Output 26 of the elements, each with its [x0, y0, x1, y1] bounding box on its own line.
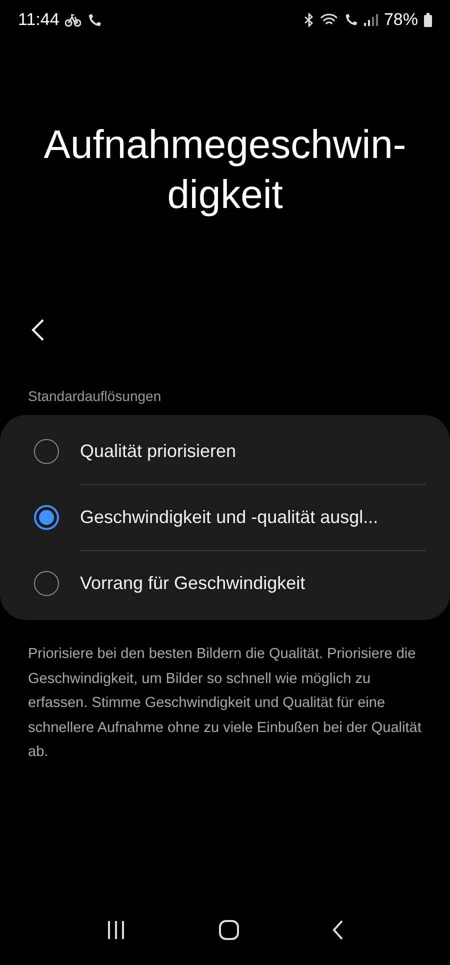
bluetooth-icon [304, 13, 314, 27]
radio-option[interactable]: Qualität priorisieren [0, 419, 450, 484]
page-title: Aufnahmegeschwin- [44, 122, 406, 169]
status-time: 11:44 [18, 9, 60, 32]
option-label: Qualität priorisieren [80, 440, 236, 463]
wifi-icon [320, 13, 338, 27]
call-icon [87, 12, 102, 28]
option-label: Vorrang für Geschwindigkeit [80, 572, 306, 595]
recent-apps-icon[interactable] [106, 921, 126, 939]
signal-icon [364, 14, 378, 26]
description-text: Priorisiere bei den besten Bildern die Qualität. Priorisiere die Geschwindigkeit, um Bilder so schnell wie möglich zu erfassen. Stimme Geschwindigkeit und Qualität für eine schnellere Aufnahme ohne zu viele Einbußen bei der Qualität ab. [27, 645, 422, 762]
radio-button[interactable] [34, 505, 59, 530]
home-icon[interactable] [218, 920, 239, 940]
radio-button[interactable] [34, 439, 59, 464]
radio-button[interactable] [34, 571, 59, 596]
section-label: Standardauflösungen [27, 387, 162, 406]
radio-option[interactable]: Geschwindigkeit und -qualität ausgl... [0, 485, 450, 550]
call-icon [344, 13, 358, 27]
back-icon [31, 318, 45, 342]
bicycle-icon [65, 13, 82, 27]
battery-percentage: 78% [384, 9, 418, 32]
back-icon[interactable] [332, 920, 344, 940]
page-title: digkeit [167, 172, 283, 219]
battery-icon [424, 13, 432, 27]
radio-option[interactable]: Vorrang für Geschwindigkeit [0, 551, 450, 616]
option-label: Geschwindigkeit und -qualität ausgl... [80, 506, 378, 529]
